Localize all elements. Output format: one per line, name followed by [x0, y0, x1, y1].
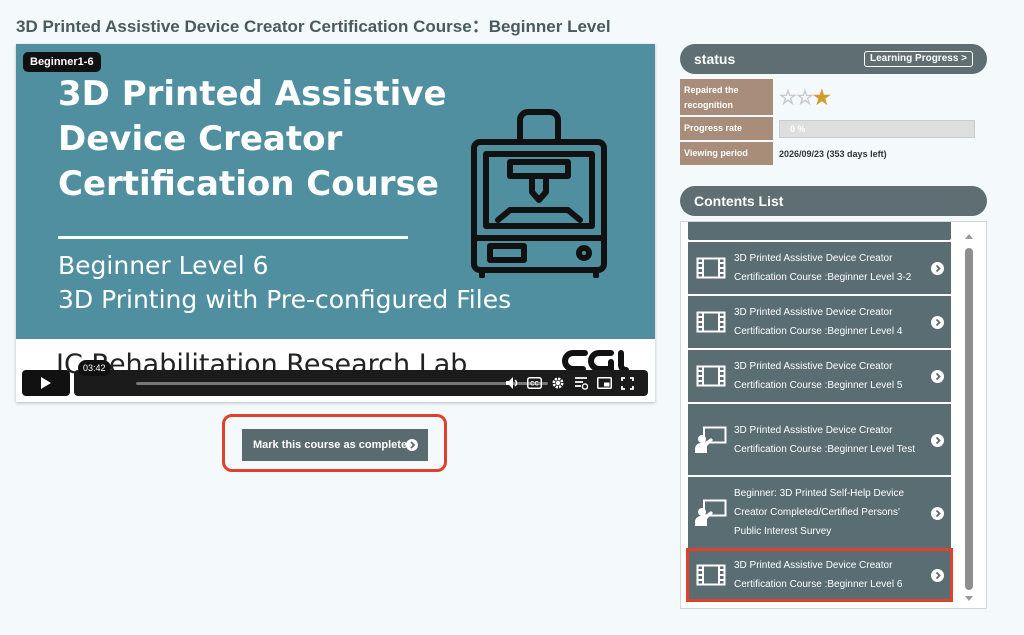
- control-bar: CC: [74, 370, 648, 396]
- list-item-label: 3D Printed Assistive Device Creator Cert…: [734, 253, 912, 283]
- scroll-down-arrow-icon[interactable]: [965, 596, 973, 601]
- volume-icon[interactable]: [504, 375, 520, 391]
- settings-gear-icon[interactable]: [550, 375, 566, 391]
- list-item-active[interactable]: 3D Printed Assistive Device Creator Cert…: [686, 548, 953, 602]
- fullscreen-icon[interactable]: [619, 375, 635, 391]
- page-title: 3D Printed Assistive Device Creator Cert…: [16, 17, 611, 36]
- progress-value: 0 %: [773, 117, 980, 140]
- seek-bar[interactable]: [136, 382, 548, 385]
- film-icon: [688, 564, 734, 586]
- progress-label: Progress rate: [680, 117, 773, 140]
- list-item-partial[interactable]: [688, 222, 951, 240]
- scroll-thumb[interactable]: [965, 248, 973, 590]
- progress-bar: 0 %: [779, 119, 975, 138]
- pip-icon[interactable]: [596, 375, 612, 391]
- list-item[interactable]: 3D Printed Assistive Device Creator Cert…: [688, 296, 951, 348]
- captions-icon[interactable]: CC: [526, 375, 542, 391]
- chevron-right-icon: [931, 569, 944, 582]
- status-header: status Learning Progress >: [680, 44, 987, 74]
- status-row-recognition: Repaired the recognition ☆☆★: [680, 79, 980, 115]
- list-item-label: Beginner: 3D Printed Self-Help Device Cr…: [734, 488, 905, 537]
- presenter-icon: [688, 499, 734, 527]
- watch-later-icon[interactable]: [573, 375, 589, 391]
- status-row-progress: Progress rate 0 %: [680, 117, 980, 140]
- slide-subtitle-line-2: 3D Printing with Pre-configured Files: [58, 285, 512, 314]
- period-value: 2026/09/23 (353 days left): [779, 148, 887, 159]
- star-empty-icon: ☆: [779, 86, 797, 109]
- list-item-label: 3D Printed Assistive Device Creator Cert…: [734, 361, 903, 391]
- chevron-right-icon: [931, 433, 944, 447]
- list-item[interactable]: 3D Printed Assistive Device Creator Cert…: [688, 242, 951, 294]
- lesson-badge: Beginner1-6: [23, 52, 101, 72]
- time-readout: 03:42: [78, 360, 111, 376]
- mark-complete-label: Mark this course as complete: [253, 439, 408, 451]
- list-item-label: 3D Printed Assistive Device Creator Cert…: [734, 307, 903, 337]
- video-controls: CC 03:42: [22, 360, 648, 396]
- list-item-label: 3D Printed Assistive Device Creator Cert…: [734, 424, 916, 455]
- play-icon: [41, 377, 51, 389]
- progress-text: 0 %: [790, 123, 806, 134]
- slide-subtitle-line-1: Beginner Level 6: [58, 251, 269, 280]
- slide-subtitle: Beginner Level 6 3D Printing with Pre-co…: [58, 249, 511, 317]
- svg-text:CC: CC: [530, 382, 539, 388]
- video-player[interactable]: 3D Printed Assistive Device Creator Cert…: [16, 44, 655, 402]
- period-label: Viewing period: [680, 142, 773, 165]
- film-icon: [688, 365, 734, 387]
- contents-header: Contents List: [680, 186, 987, 216]
- star-filled-icon: ★: [812, 86, 831, 109]
- status-table: Repaired the recognition ☆☆★ Progress ra…: [680, 79, 980, 167]
- list-item[interactable]: Beginner: 3D Printed Self-Help Device Cr…: [688, 477, 951, 548]
- contents-list[interactable]: 3D Printed Assistive Device Creator Cert…: [680, 221, 987, 609]
- status-title: status: [694, 51, 736, 67]
- scrollbar[interactable]: [963, 232, 975, 602]
- chevron-right-icon: [931, 316, 944, 329]
- play-button[interactable]: [22, 370, 70, 396]
- chevron-right-icon: [406, 439, 418, 451]
- slide-divider: [58, 236, 408, 239]
- star-empty-icon: ☆: [795, 86, 814, 109]
- recognition-label: Repaired the recognition: [680, 79, 773, 115]
- chevron-right-icon: [931, 370, 944, 383]
- scroll-up-arrow-icon[interactable]: [965, 234, 973, 239]
- film-icon: [688, 311, 734, 333]
- 3d-printer-icon: [471, 109, 607, 278]
- slide-title: 3D Printed Assistive Device Creator Cert…: [58, 74, 447, 204]
- list-item-label: 3D Printed Assistive Device Creator Cert…: [734, 560, 903, 590]
- star-rating: ☆☆★: [773, 79, 980, 115]
- presenter-icon: [688, 426, 734, 454]
- film-icon: [688, 257, 734, 279]
- list-item[interactable]: 3D Printed Assistive Device Creator Cert…: [688, 350, 951, 402]
- learning-progress-link[interactable]: Learning Progress >: [864, 51, 973, 67]
- list-item[interactable]: 3D Printed Assistive Device Creator Cert…: [688, 404, 951, 475]
- mark-complete-button[interactable]: Mark this course as complete: [242, 429, 428, 461]
- chevron-right-icon: [931, 262, 944, 275]
- chevron-right-icon: [931, 506, 944, 520]
- status-row-period: Viewing period 2026/09/23 (353 days left…: [680, 142, 980, 165]
